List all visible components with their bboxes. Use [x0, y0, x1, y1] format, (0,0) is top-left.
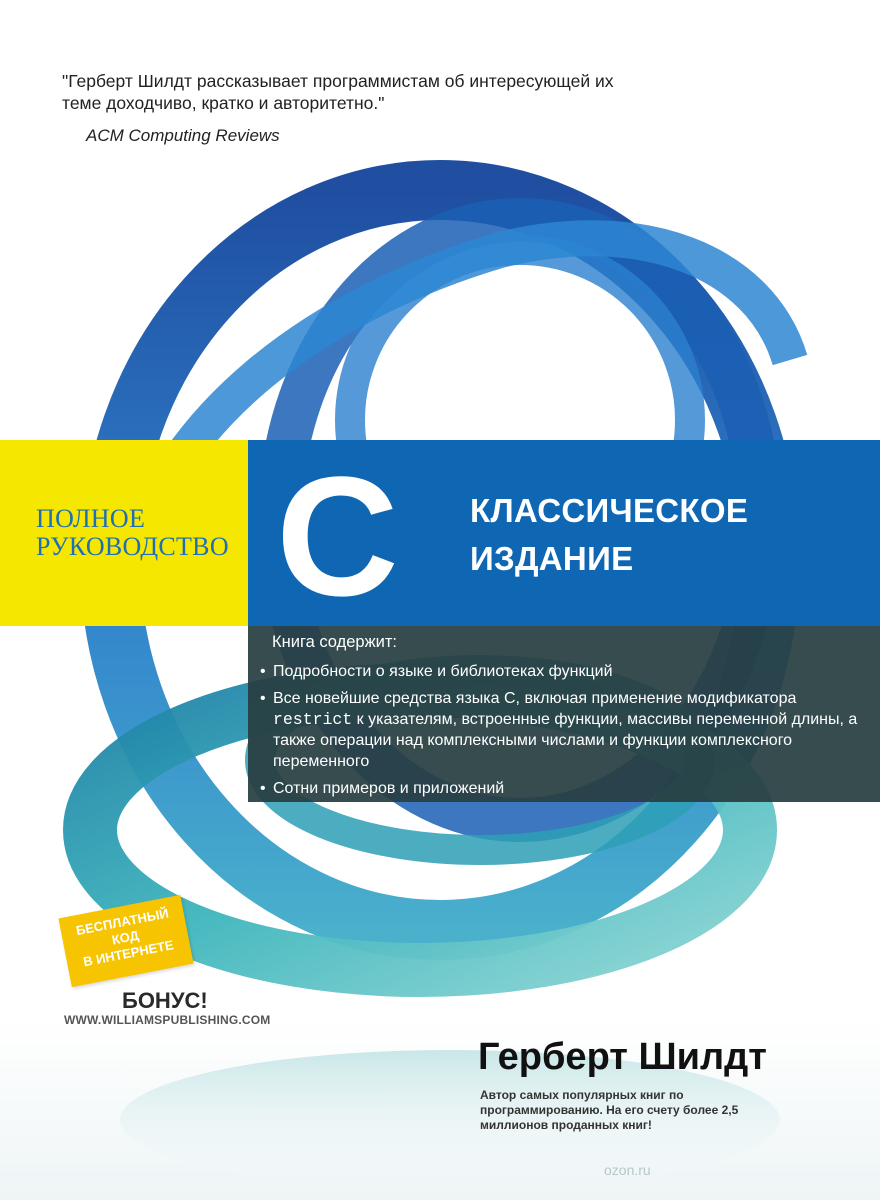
series-label: ПОЛНОЕ РУКОВОДСТВО — [36, 505, 248, 561]
code-keyword: restrict — [273, 710, 353, 729]
edition-title-line2: ИЗДАНИЕ — [470, 540, 634, 577]
edition-title-line1: КЛАССИЧЕСКОЕ — [470, 492, 749, 529]
bullet-icon: • — [260, 690, 266, 707]
contents-title: Книга содержит: — [272, 633, 397, 651]
badge-text: БЕСПЛАТНЫЙ КОД В ИНТЕРНЕТЕ — [60, 903, 191, 974]
review-quote: "Герберт Шилдт рассказывает программиста… — [62, 71, 614, 113]
book-cover: "Герберт Шилдт рассказывает программиста… — [0, 0, 880, 1200]
edition-title: КЛАССИЧЕСКОЕ ИЗДАНИЕ — [470, 487, 748, 583]
bonus-label: БОНУС! — [122, 988, 208, 1013]
contents-item-text: Подробности о языке и библиотеках функци… — [273, 663, 613, 680]
publisher-site: WWW.WILLIAMSPUBLISHING.COM — [64, 1013, 271, 1027]
series-label-line1: ПОЛНОЕ — [36, 504, 146, 533]
contents-list: • Подробности о языке и библиотеках функ… — [260, 661, 870, 805]
contents-item: • Подробности о языке и библиотеках функ… — [260, 661, 870, 682]
series-label-line2: РУКОВОДСТВО — [36, 532, 229, 561]
review-quote-source: ACM Computing Reviews — [86, 126, 280, 145]
watermark: ozon.ru — [604, 1162, 651, 1178]
author-description: Автор самых популярных книг по программи… — [480, 1088, 739, 1132]
bullet-icon: • — [260, 780, 266, 797]
contents-item-text: Все новейшие средства языка С, включая п… — [273, 690, 797, 707]
author-name: Герберт Шилдт — [478, 1036, 767, 1078]
contents-item: • Сотни примеров и приложений — [260, 778, 870, 799]
contents-item-text: Сотни примеров и приложений — [273, 780, 505, 797]
book-title-letter: C — [276, 442, 399, 632]
contents-item-text: к указателям, встроенные функции, массив… — [273, 711, 858, 770]
contents-item: • Все новейшие средства языка С, включая… — [260, 688, 870, 772]
bullet-icon: • — [260, 663, 266, 680]
